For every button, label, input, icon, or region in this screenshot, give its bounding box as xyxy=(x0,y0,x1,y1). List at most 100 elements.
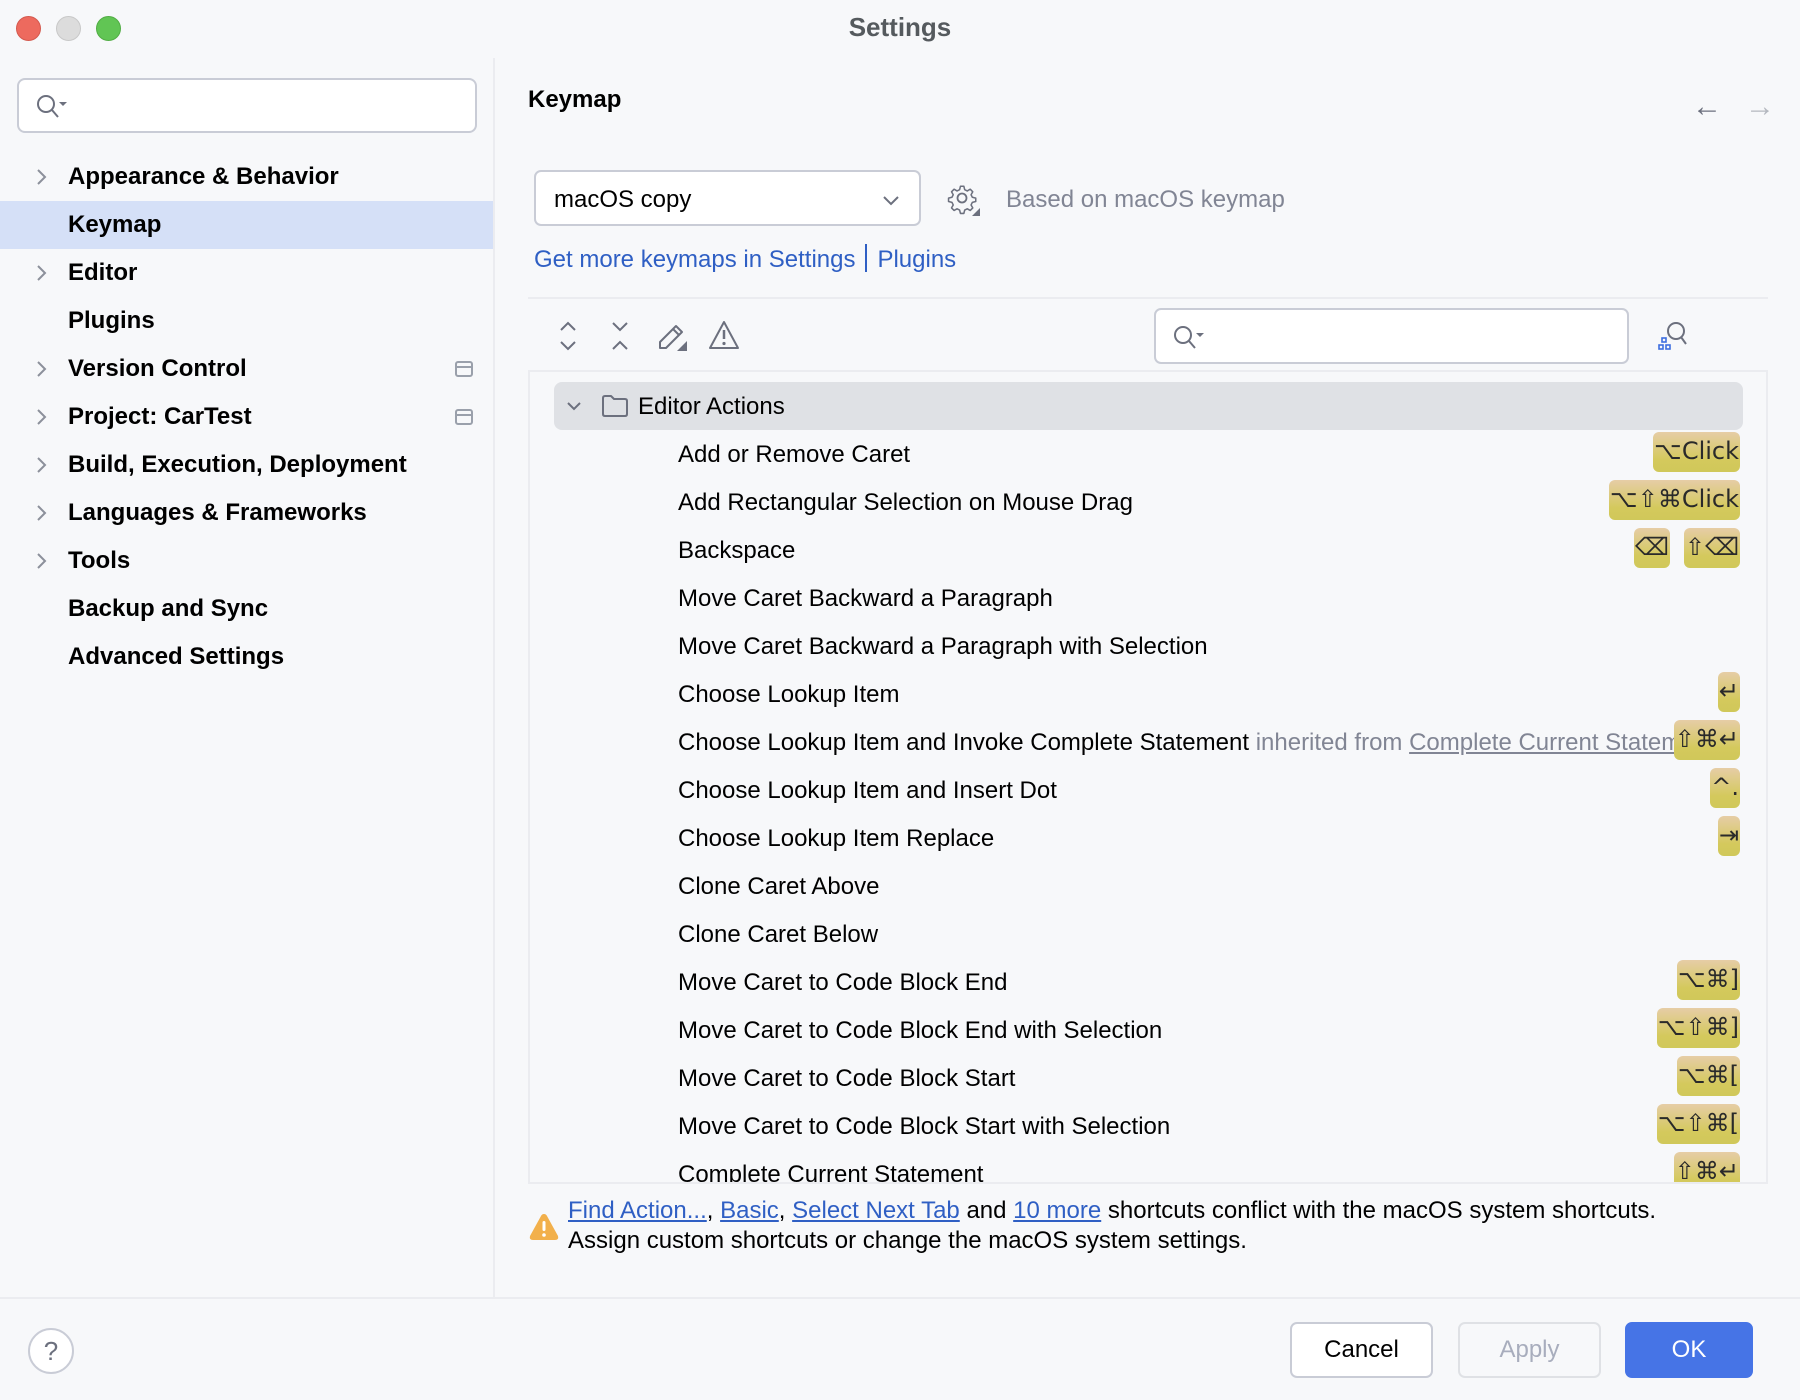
get-more-keymaps-link[interactable]: Get more keymaps in Settings xyxy=(534,246,855,273)
sidebar-item-project-cartest[interactable]: Project: CarTest xyxy=(0,393,493,441)
chevron-right-icon[interactable] xyxy=(34,503,50,523)
action-label: Add or Remove Caret xyxy=(678,441,910,469)
chevron-right-icon[interactable] xyxy=(34,407,50,427)
keymap-actions-button[interactable] xyxy=(946,182,982,223)
sidebar-item-editor[interactable]: Editor xyxy=(0,249,493,297)
search-icon xyxy=(1172,324,1206,357)
tree-row[interactable]: Choose Lookup Item and Invoke Complete S… xyxy=(530,718,1766,766)
action-name: Clone Caret Below xyxy=(678,921,879,948)
sidebar-item-build-execution-deployment[interactable]: Build, Execution, Deployment xyxy=(0,441,493,489)
conflict-link-select-next-tab[interactable]: Select Next Tab xyxy=(792,1197,960,1224)
action-label: Add Rectangular Selection on Mouse Drag xyxy=(678,489,1133,517)
action-label: Move Caret Backward a Paragraph with Sel… xyxy=(678,633,1208,661)
chevron-right-icon[interactable] xyxy=(34,263,50,283)
tree-row[interactable]: Clone Caret Above xyxy=(530,862,1766,910)
sidebar-item-label: Plugins xyxy=(68,307,155,334)
tree-row[interactable]: Add or Remove Caret ⌥Click xyxy=(530,430,1766,478)
shortcut-list: ⌥⌘[ xyxy=(1676,1056,1740,1096)
edit-icon xyxy=(659,325,687,351)
chevron-right-icon[interactable] xyxy=(34,551,50,571)
tree-row[interactable]: Move Caret to Code Block Start with Sele… xyxy=(530,1102,1766,1150)
sidebar-item-appearance-behavior[interactable]: Appearance & Behavior xyxy=(0,153,493,201)
sidebar-item-label: Project: CarTest xyxy=(68,403,252,430)
tree-row[interactable]: Clone Caret Below xyxy=(530,910,1766,958)
conflict-link-basic[interactable]: Basic xyxy=(720,1197,779,1224)
action-label: Choose Lookup Item and Invoke Complete S… xyxy=(678,729,1715,757)
shortcut-list: ⌥Click xyxy=(1653,432,1740,472)
help-button[interactable]: ? xyxy=(28,1328,74,1374)
inherited-prefix: inherited from xyxy=(1255,729,1403,756)
forward-button[interactable]: → xyxy=(1745,92,1775,122)
tree-row[interactable]: Choose Lookup Item ↵ xyxy=(530,670,1766,718)
conflict-link-more[interactable]: 10 more xyxy=(1013,1197,1101,1224)
sidebar-item-label: Backup and Sync xyxy=(68,595,269,622)
tree-row[interactable]: Move Caret to Code Block Start ⌥⌘[ xyxy=(530,1054,1766,1102)
sidebar-item-version-control[interactable]: Version Control xyxy=(0,345,493,393)
action-label: Choose Lookup Item and Insert Dot xyxy=(678,777,1057,805)
tree-row[interactable]: Move Caret Backward a Paragraph with Sel… xyxy=(530,622,1766,670)
inherited-from-link[interactable]: Complete Current Statement xyxy=(1409,729,1714,756)
tree-row[interactable]: Move Caret Backward a Paragraph xyxy=(530,574,1766,622)
sidebar-item-label: Build, Execution, Deployment xyxy=(68,451,407,478)
settings-window: Settings Appearance & Behavior Keymap Edit… xyxy=(0,0,1800,1400)
shortcut-badge: ⌥⌘] xyxy=(1676,960,1740,1000)
sidebar-item-label: Appearance & Behavior xyxy=(68,163,339,190)
expand-all-button[interactable] xyxy=(550,318,586,354)
tree-row[interactable]: Complete Current Statement ⇧⌘↵ xyxy=(530,1150,1766,1182)
find-by-shortcut-icon xyxy=(1658,322,1687,350)
chevron-right-icon[interactable] xyxy=(34,455,50,475)
divider xyxy=(528,297,1768,299)
sidebar-item-advanced-settings[interactable]: Advanced Settings xyxy=(0,633,493,681)
conflict-link-find-action[interactable]: Find Action... xyxy=(568,1197,707,1224)
apply-button[interactable]: Apply xyxy=(1458,1322,1601,1378)
collapse-all-button[interactable] xyxy=(602,318,638,354)
chevron-down-icon[interactable] xyxy=(564,396,584,421)
shortcut-badge: ⌫ xyxy=(1634,528,1670,568)
tree-group-label: Editor Actions xyxy=(638,393,785,420)
edit-shortcut-button[interactable] xyxy=(654,318,690,354)
sidebar-item-keymap[interactable]: Keymap xyxy=(0,201,493,249)
window-title: Settings xyxy=(848,12,952,42)
keymap-select[interactable]: macOS copy xyxy=(534,170,921,226)
sidebar-item-languages-frameworks[interactable]: Languages & Frameworks xyxy=(0,489,493,537)
sidebar-item-label: Advanced Settings xyxy=(68,643,285,670)
shortcut-badge: ⌥⇧⌘Click xyxy=(1609,480,1740,520)
sidebar-search-input[interactable] xyxy=(17,78,477,133)
tree-group-editor-actions[interactable]: Editor Actions xyxy=(554,382,1743,430)
action-name: Move Caret to Code Block End xyxy=(678,969,1008,996)
plugins-link[interactable]: Plugins xyxy=(877,246,956,273)
sidebar-item-backup-and-sync[interactable]: Backup and Sync xyxy=(0,585,493,633)
help-icon: ? xyxy=(43,1336,59,1366)
chevron-right-icon[interactable] xyxy=(34,359,50,379)
sidebar-item-label: Editor xyxy=(68,259,138,286)
folder-icon xyxy=(600,393,630,424)
shortcut-badge: ⇧⌘↵ xyxy=(1673,720,1740,760)
action-label: Move Caret to Code Block Start with Sele… xyxy=(678,1113,1170,1141)
tree-row[interactable]: Add Rectangular Selection on Mouse Drag ⌥… xyxy=(530,478,1766,526)
back-button[interactable]: ← xyxy=(1692,92,1722,122)
tree-row[interactable]: Choose Lookup Item Replace ⇥ xyxy=(530,814,1766,862)
tree-row[interactable]: Backspace ⌫ ⇧⌫ xyxy=(530,526,1766,574)
shortcut-list: ⌥⇧⌘Click xyxy=(1609,480,1740,520)
cancel-button[interactable]: Cancel xyxy=(1290,1322,1433,1378)
ok-button[interactable]: OK xyxy=(1625,1322,1753,1378)
tree-row[interactable]: Move Caret to Code Block End ⌥⌘] xyxy=(530,958,1766,1006)
warning-text: Find Action..., Basic, Select Next Tab a… xyxy=(568,1196,1788,1256)
action-name: Clone Caret Above xyxy=(678,873,880,900)
action-name: Move Caret to Code Block Start xyxy=(678,1065,1016,1092)
sidebar-item-plugins[interactable]: Plugins xyxy=(0,297,493,345)
keymap-tree[interactable]: Editor Actions Add or Remove Caret ⌥Click… xyxy=(528,370,1768,1184)
tree-row[interactable]: Move Caret to Code Block End with Select… xyxy=(530,1006,1766,1054)
arrow-right-icon: → xyxy=(1745,90,1775,123)
action-search-input[interactable] xyxy=(1154,308,1629,364)
show-conflicts-button[interactable] xyxy=(706,318,742,354)
find-by-shortcut-button[interactable] xyxy=(1656,318,1692,359)
action-label: Choose Lookup Item Replace xyxy=(678,825,994,853)
action-name: Choose Lookup Item Replace xyxy=(678,825,995,852)
sidebar-item-tools[interactable]: Tools xyxy=(0,537,493,585)
action-name: Move Caret Backward a Paragraph xyxy=(678,585,1053,612)
shortcut-list: ⌥⇧⌘[ xyxy=(1656,1104,1740,1144)
chevron-right-icon[interactable] xyxy=(34,167,50,187)
action-label: Clone Caret Below xyxy=(678,921,878,949)
tree-row[interactable]: Choose Lookup Item and Insert Dot ^. xyxy=(530,766,1766,814)
